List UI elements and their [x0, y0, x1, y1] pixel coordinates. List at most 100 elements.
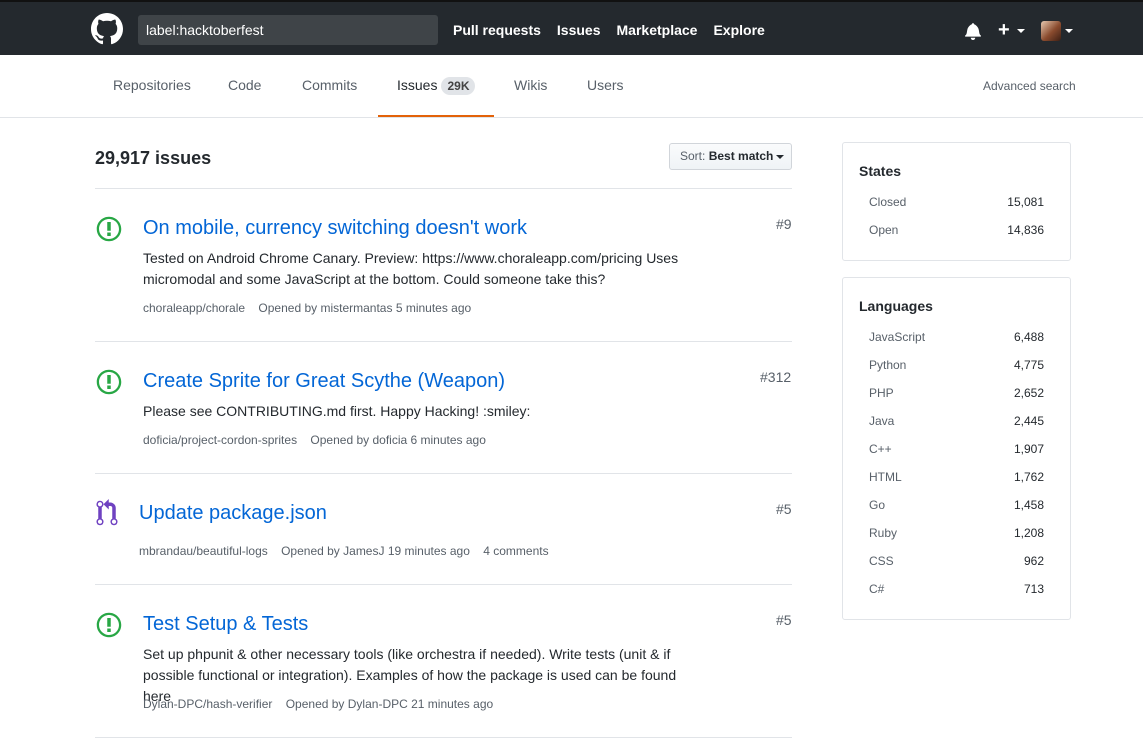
filter-label: CSS: [869, 554, 894, 568]
issue-number: #312: [760, 369, 792, 385]
tab-issues-label: Issues: [397, 77, 438, 93]
issue-repo-link[interactable]: Dylan-DPC/hash-verifier: [143, 697, 272, 711]
issue-opened-info: Opened by JamesJ 19 minutes ago: [281, 544, 470, 558]
divider: [95, 188, 792, 189]
filter-count: 15,081: [1007, 195, 1044, 209]
issue-meta: choraleapp/chorale Opened by mistermanta…: [143, 301, 481, 315]
filter-count: 2,652: [1013, 386, 1044, 400]
filter-count: 713: [1023, 582, 1044, 596]
sort-prefix: Sort:: [680, 149, 706, 163]
filter-label: Java: [869, 414, 895, 428]
filter-lang-css[interactable]: CSS 962: [869, 554, 1044, 568]
filter-state-open[interactable]: Open 14,836: [869, 223, 1044, 237]
filter-count: 1,208: [1013, 526, 1044, 540]
filter-state-closed[interactable]: Closed 15,081: [869, 195, 1044, 209]
results-count: 29,917 issues: [95, 148, 212, 168]
tab-repositories[interactable]: Repositories: [113, 55, 191, 117]
top-nav: Pull requests Issues Marketplace Explore: [453, 20, 781, 40]
filter-count: 1,907: [1013, 442, 1044, 456]
caret-down-icon[interactable]: [1017, 29, 1025, 33]
filter-lang-php[interactable]: PHP 2,652: [869, 386, 1044, 400]
issue-repo-link[interactable]: doficia/project-cordon-sprites: [143, 433, 297, 447]
bell-icon[interactable]: [964, 22, 982, 40]
issue-title-link[interactable]: On mobile, currency switching doesn't wo…: [143, 217, 527, 240]
issue-title-link[interactable]: Create Sprite for Great Scythe (Weapon): [143, 370, 505, 393]
issue-body: Please see CONTRIBUTING.md first. Happy …: [143, 401, 703, 422]
issue-opened-icon: [96, 369, 122, 395]
search-type-nav: Repositories Code Commits Issues 29K Wiki…: [0, 55, 1143, 118]
filter-label: C#: [869, 582, 885, 596]
filter-lang-ruby[interactable]: Ruby 1,208: [869, 526, 1044, 540]
search-input[interactable]: label:hacktoberfest: [138, 15, 438, 45]
filter-label: HTML: [869, 470, 902, 484]
issue-opened-info: Opened by doficia 6 minutes ago: [310, 433, 486, 447]
issues-count-badge: 29K: [441, 77, 476, 96]
filter-label: Python: [869, 358, 907, 372]
filter-count: 6,488: [1013, 330, 1044, 344]
issue-body-line: Set up phpunit & other necessary tools (…: [143, 646, 671, 662]
tab-code[interactable]: Code: [228, 55, 261, 117]
github-logo-icon[interactable]: [91, 13, 123, 45]
filter-lang-python[interactable]: Python 4,775: [869, 358, 1044, 372]
pull-request-icon: [96, 499, 118, 526]
filter-count: 1,458: [1013, 498, 1044, 512]
filter-count: 4,775: [1013, 358, 1044, 372]
filter-lang-go[interactable]: Go 1,458: [869, 498, 1044, 512]
states-filter-box: States Closed 15,081 Open 14,836: [842, 142, 1071, 261]
tab-issues[interactable]: Issues 29K: [378, 55, 494, 117]
divider: [95, 341, 792, 342]
issue-comments-link[interactable]: 4 comments: [483, 544, 548, 558]
filter-lang-java[interactable]: Java 2,445: [869, 414, 1044, 428]
filter-label: JavaScript: [869, 330, 926, 344]
tab-users[interactable]: Users: [587, 55, 624, 117]
plus-icon[interactable]: +: [998, 19, 1010, 41]
divider: [95, 473, 792, 474]
issue-meta: mbrandau/beautiful-logs Opened by JamesJ…: [139, 544, 559, 558]
avatar[interactable]: [1041, 21, 1061, 41]
filter-lang-html[interactable]: HTML 1,762: [869, 470, 1044, 484]
languages-heading: Languages: [859, 298, 933, 314]
filter-count: 962: [1023, 554, 1044, 568]
caret-down-icon: [776, 154, 785, 159]
issue-opened-icon: [96, 612, 122, 638]
issue-number: #5: [776, 612, 792, 628]
advanced-search-link[interactable]: Advanced search: [983, 79, 1076, 93]
nav-pull-requests[interactable]: Pull requests: [453, 20, 541, 40]
nav-marketplace[interactable]: Marketplace: [617, 20, 698, 40]
sort-value: Best match: [708, 149, 774, 163]
sort-dropdown[interactable]: Sort: Best match: [669, 143, 792, 170]
nav-explore[interactable]: Explore: [713, 20, 764, 40]
issue-repo-link[interactable]: mbrandau/beautiful-logs: [139, 544, 268, 558]
issue-meta: doficia/project-cordon-sprites Opened by…: [143, 433, 496, 447]
issue-body-line: micromodal and some JavaScript at the bo…: [143, 271, 606, 287]
tab-commits[interactable]: Commits: [302, 55, 357, 117]
divider: [95, 584, 792, 585]
states-heading: States: [859, 163, 902, 179]
issue-body-line: Tested on Android Chrome Canary. Preview…: [143, 250, 679, 266]
filter-label: Ruby: [869, 526, 898, 540]
divider: [95, 737, 792, 738]
filter-count: 14,836: [1007, 223, 1044, 237]
issue-repo-link[interactable]: choraleapp/chorale: [143, 301, 245, 315]
filter-lang-javascript[interactable]: JavaScript 6,488: [869, 330, 1044, 344]
filter-count: 1,762: [1013, 470, 1044, 484]
issue-number: #9: [776, 216, 792, 232]
issue-title-link[interactable]: Test Setup & Tests: [143, 613, 308, 636]
issue-body-line: Please see CONTRIBUTING.md first. Happy …: [143, 403, 531, 419]
filter-label: C++: [869, 442, 892, 456]
issue-body: Tested on Android Chrome Canary. Preview…: [143, 248, 703, 290]
caret-down-icon[interactable]: [1065, 29, 1073, 33]
issue-title-link[interactable]: Update package.json: [139, 502, 327, 525]
nav-issues[interactable]: Issues: [557, 20, 601, 40]
issue-number: #5: [776, 501, 792, 517]
filter-label: Closed: [869, 195, 907, 209]
filter-lang-csharp[interactable]: C# 713: [869, 582, 1044, 596]
issue-meta: Dylan-DPC/hash-verifier Opened by Dylan-…: [143, 697, 503, 711]
filter-label: Open: [869, 223, 899, 237]
filter-lang-cpp[interactable]: C++ 1,907: [869, 442, 1044, 456]
filter-count: 2,445: [1013, 414, 1044, 428]
filter-label: PHP: [869, 386, 894, 400]
issue-opened-icon: [96, 216, 122, 242]
tab-wikis[interactable]: Wikis: [514, 55, 547, 117]
issue-opened-info: Opened by mistermantas 5 minutes ago: [258, 301, 472, 315]
